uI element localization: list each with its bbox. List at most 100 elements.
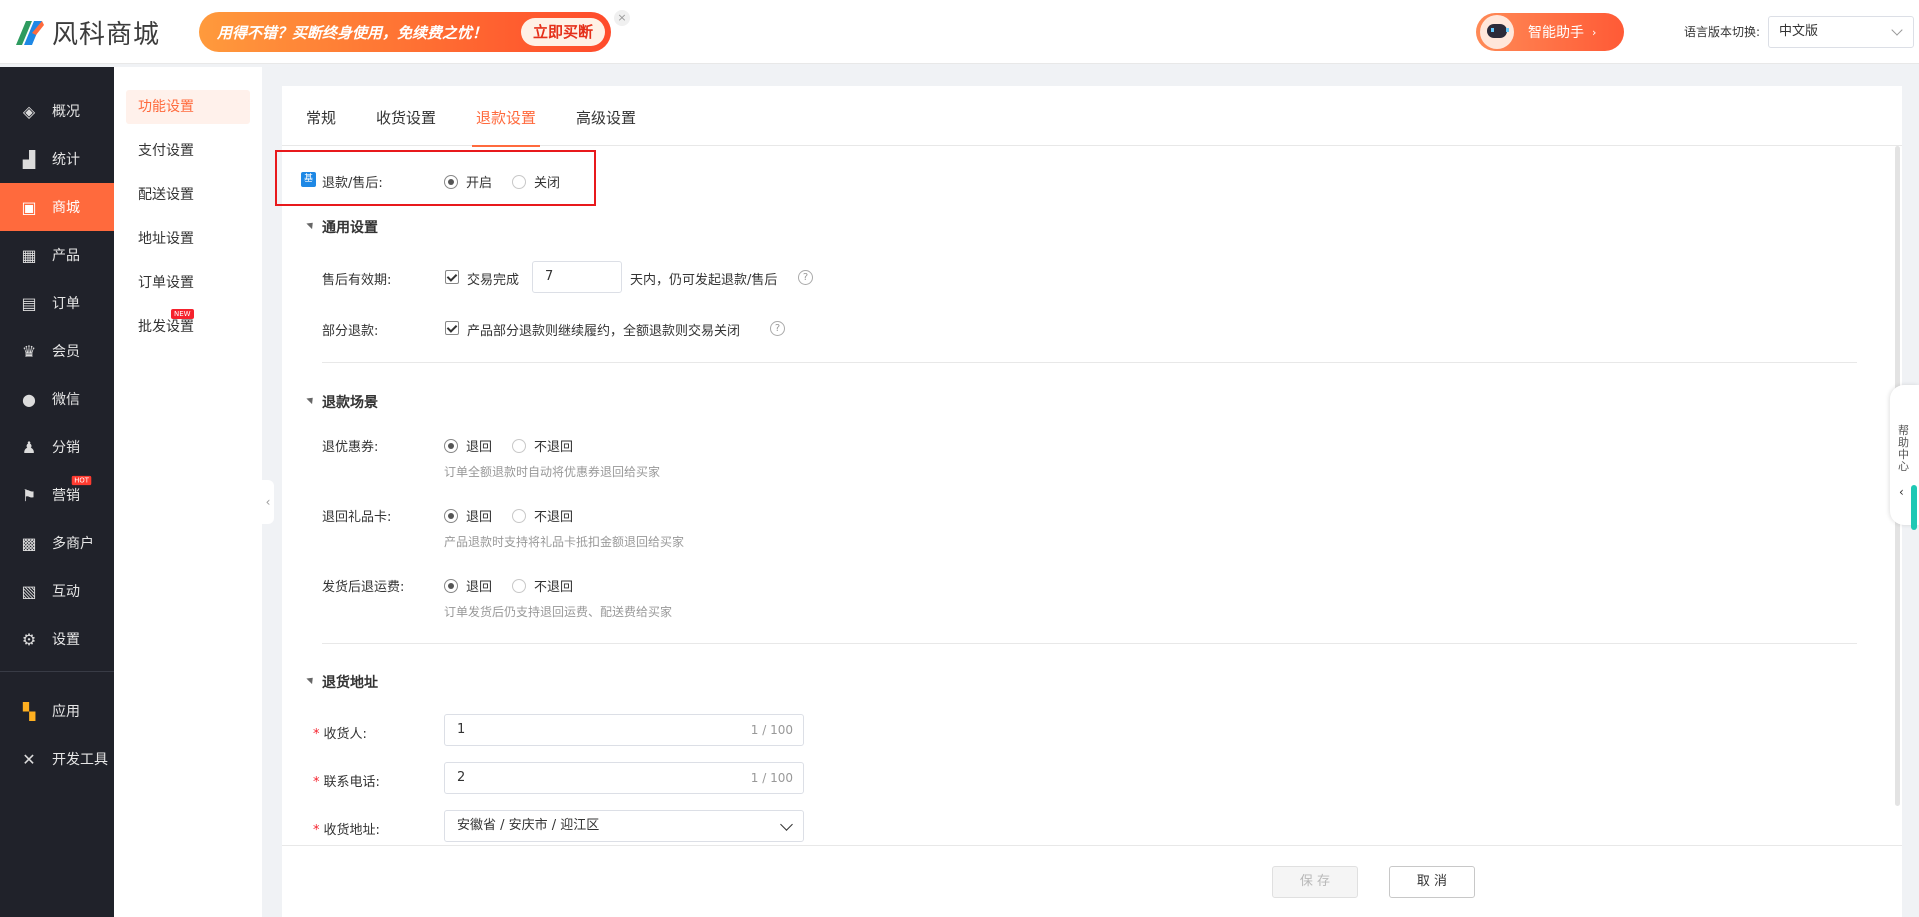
merchant-icon: ▩ — [21, 533, 37, 553]
save-button[interactable]: 保 存 — [1272, 866, 1358, 898]
language-select[interactable]: 中文版 — [1768, 16, 1914, 48]
section-address-title: 退货地址 — [322, 675, 378, 691]
radio-label: 退回 — [466, 510, 493, 525]
sidebar-item-mall[interactable]: ▣ 商城 — [0, 183, 114, 231]
address-cascader[interactable]: 安徽省 / 安庆市 / 迎江区 — [444, 810, 804, 842]
buyout-button[interactable]: 立即买断 — [520, 18, 605, 46]
receiver-char-count: 1 / 100 — [750, 723, 793, 737]
subnav-payment-settings[interactable]: 支付设置 — [126, 134, 250, 168]
crown-icon: ♛ — [21, 341, 37, 361]
partial-refund-checkbox[interactable] — [445, 321, 459, 335]
giftcard-no-return-radio[interactable]: 不退回 — [512, 506, 573, 525]
tab-receipt-settings[interactable]: 收货设置 — [376, 86, 436, 146]
coupon-no-return-radio[interactable]: 不退回 — [512, 436, 573, 455]
logo[interactable]: 风科商城 — [12, 14, 160, 50]
logo-mark-icon — [12, 15, 46, 49]
sidebar-item-label: 产品 — [52, 248, 80, 264]
phone-value: 2 — [457, 770, 466, 785]
phone-label: * 联系电话: — [313, 771, 380, 790]
sidebar-item-marketing[interactable]: ⚑ 营销 HOT — [0, 471, 114, 519]
logo-text: 风科商城 — [52, 19, 161, 50]
shipping-no-return-radio[interactable]: 不退回 — [512, 576, 573, 595]
interact-icon: ▧ — [21, 581, 37, 601]
help-indicator-bar — [1911, 485, 1917, 530]
sidebar-item-orders[interactable]: ▤ 订单 — [0, 279, 114, 327]
tab-general[interactable]: 常规 — [306, 86, 336, 146]
subnav-delivery-settings[interactable]: 配送设置 — [126, 178, 250, 212]
radio-label: 不退回 — [534, 440, 574, 455]
sidebar-item-label: 概况 — [52, 104, 80, 120]
chart-icon: ▟ — [22, 149, 36, 169]
validity-days-input[interactable]: 7 — [532, 261, 622, 293]
ai-assistant-button[interactable]: 智能助手 › — [1476, 13, 1624, 51]
sidebar-item-label: 分销 — [52, 440, 80, 456]
radio-label: 不退回 — [534, 580, 574, 595]
sidebar-item-label: 开发工具 — [52, 752, 108, 768]
radio-label: 退回 — [466, 580, 493, 595]
sidebar-item-label: 多商户 — [52, 536, 94, 552]
radio-dot — [444, 174, 458, 189]
giftcard-return-radio[interactable]: 退回 — [444, 506, 492, 525]
phone-input[interactable]: 2 1 / 100 — [444, 762, 804, 794]
sidebar-item-stats[interactable]: ▟ 统计 — [0, 135, 114, 183]
validity-suffix: 天内，仍可发起退款/售后 — [630, 273, 778, 288]
sidebar-item-apps[interactable]: ▚ 应用 — [0, 687, 114, 735]
language-label: 语言版本切换: — [1684, 25, 1761, 39]
subnav-address-settings[interactable]: 地址设置 — [126, 222, 250, 256]
address-value: 安徽省 / 安庆市 / 迎江区 — [457, 818, 600, 833]
chevron-left-icon: ‹ — [1899, 485, 1904, 499]
hot-badge: HOT — [71, 475, 92, 486]
sidebar-item-label: 统计 — [52, 152, 80, 168]
sidebar-item-settings[interactable]: ⚙ 设置 — [0, 615, 114, 663]
sidebar-item-devtools[interactable]: ✕ 开发工具 — [0, 735, 114, 783]
form-footer: 保 存 取 消 — [282, 845, 1902, 917]
required-mark: * — [313, 727, 320, 742]
phone-char-count: 1 / 100 — [750, 771, 793, 785]
sidebar-item-label: 订单 — [52, 296, 80, 312]
address-label-text: 收货地址: — [323, 823, 380, 838]
sidebar-item-products[interactable]: ▦ 产品 — [0, 231, 114, 279]
base-feature-badge: 基 — [301, 172, 316, 187]
promo-close-icon[interactable]: × — [614, 10, 630, 26]
help-question-icon[interactable]: ? — [798, 270, 813, 285]
sub-sidebar: 功能设置 支付设置 配送设置 地址设置 订单设置 批发设置 — [114, 67, 262, 917]
validity-check-label: 交易完成 — [467, 273, 520, 288]
assistant-label: 智能助手 — [1528, 25, 1584, 41]
radio-dot — [512, 578, 526, 593]
validity-checkbox[interactable] — [445, 270, 459, 284]
partial-refund-text: 产品部分退款则继续履约，全额退款则交易关闭 — [467, 324, 741, 339]
tab-bar: 常规 收货设置 退款设置 高级设置 — [282, 86, 1902, 147]
sidebar-item-distribution[interactable]: ♟ 分销 — [0, 423, 114, 471]
giftcard-hint: 产品退款时支持将礼品卡抵扣金额退回给买家 — [444, 535, 685, 549]
radio-dot — [444, 438, 458, 453]
tab-advanced-settings[interactable]: 高级设置 — [576, 86, 636, 146]
shipping-return-radio[interactable]: 退回 — [444, 576, 492, 595]
sidebar-item-label: 商城 — [52, 200, 80, 216]
subnav-function-settings[interactable]: 功能设置 — [126, 90, 250, 124]
sidebar-item-wechat[interactable]: ● 微信 — [0, 375, 114, 423]
sidebar-item-merchants[interactable]: ▩ 多商户 — [0, 519, 114, 567]
radio-dot — [512, 174, 526, 189]
users-icon: ♟ — [21, 437, 37, 457]
section-divider — [322, 362, 1857, 363]
top-bar: 风科商城 用得不错？买断终身使用，免续费之忧！ 立即买断 × 智能助手 › 语言… — [0, 0, 1919, 64]
giftcard-refund-label: 退回礼品卡: — [322, 510, 392, 525]
cancel-button[interactable]: 取 消 — [1389, 866, 1475, 898]
apps-icon: ▚ — [22, 701, 36, 721]
collapse-sidebar-button[interactable]: ‹ — [262, 480, 274, 524]
order-icon: ▤ — [21, 293, 37, 313]
radio-dot — [512, 438, 526, 453]
sidebar-item-overview[interactable]: ◈ 概况 — [0, 87, 114, 135]
promo-banner[interactable]: 用得不错？买断终身使用，免续费之忧！ 立即买断 — [199, 12, 611, 52]
coupon-return-radio[interactable]: 退回 — [444, 436, 492, 455]
subnav-order-settings[interactable]: 订单设置 — [126, 266, 250, 300]
shipping-hint: 订单发货后仍支持退回运费、配送费给买家 — [444, 605, 673, 619]
refund-on-radio[interactable]: 开启 — [444, 172, 492, 191]
help-question-icon[interactable]: ? — [770, 321, 785, 336]
sidebar-item-members[interactable]: ♛ 会员 — [0, 327, 114, 375]
tab-refund-settings[interactable]: 退款设置 — [471, 86, 541, 147]
sidebar-item-interaction[interactable]: ▧ 互动 — [0, 567, 114, 615]
main-sidebar: ◈ 概况 ▟ 统计 ▣ 商城 ▦ 产品 ▤ 订单 ♛ 会员 ● 微信 ♟ 分销 … — [0, 67, 114, 917]
refund-off-radio[interactable]: 关闭 — [512, 172, 560, 191]
receiver-input[interactable]: 1 1 / 100 — [444, 714, 804, 746]
